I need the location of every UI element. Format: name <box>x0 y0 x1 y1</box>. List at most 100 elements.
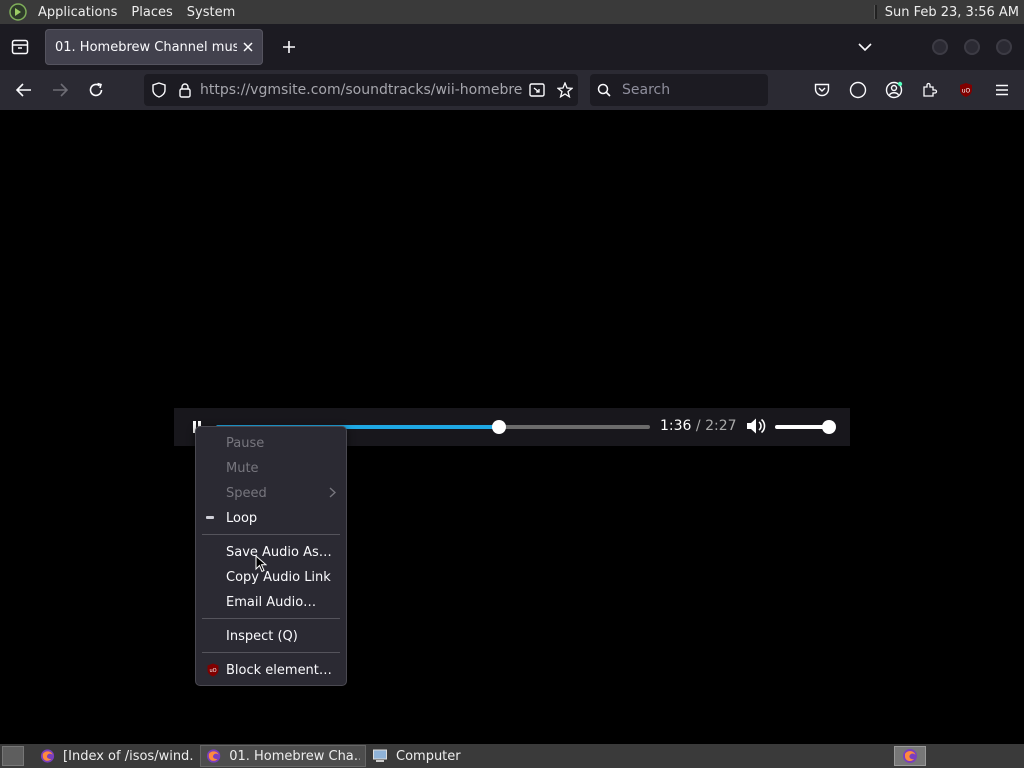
computer-icon <box>373 749 387 762</box>
top-panel: Applications Places System Sun Feb 23, 3… <box>0 0 1024 24</box>
applications-menu[interactable]: Applications <box>31 5 124 20</box>
menu-item-save-audio[interactable]: Save Audio As… <box>196 540 346 564</box>
reader-view-icon <box>529 83 545 97</box>
extensions-button[interactable] <box>912 74 948 106</box>
time-display: 1:36 / 2:27 <box>660 418 737 434</box>
plus-icon <box>283 41 295 53</box>
circle-icon <box>849 81 867 99</box>
list-all-tabs-button[interactable] <box>850 32 880 62</box>
navigation-toolbar: https://vgmsite.com/soundtracks/wii-home… <box>0 70 1024 110</box>
tracking-protection-button[interactable] <box>144 82 174 98</box>
panel-separator <box>873 5 877 19</box>
taskbar-item-homebrew[interactable]: 01. Homebrew Cha… <box>200 745 366 767</box>
scrub-thumb[interactable] <box>492 420 507 434</box>
menu-item-label: Inspect (Q) <box>226 628 298 644</box>
url-text[interactable]: https://vgmsite.com/soundtracks/wii-home… <box>196 82 522 98</box>
puzzle-icon <box>923 82 938 97</box>
reload-icon <box>89 82 103 97</box>
menu-separator <box>202 618 340 619</box>
chevron-down-icon <box>858 43 872 52</box>
tab-close-button[interactable] <box>237 36 259 58</box>
pocket-icon <box>814 83 830 97</box>
taskbar-item-label: Computer <box>396 748 461 764</box>
menu-item-label: Copy Audio Link <box>226 569 331 585</box>
places-menu[interactable]: Places <box>124 5 179 20</box>
tab-active[interactable]: 01. Homebrew Channel music.m <box>45 29 263 65</box>
site-security-button[interactable] <box>174 82 196 98</box>
duration: / 2:27 <box>695 418 737 434</box>
tab-strip: 01. Homebrew Channel music.m <box>0 24 1024 70</box>
pocket-button[interactable] <box>804 74 840 106</box>
tab-title: 01. Homebrew Channel music.m <box>55 39 237 55</box>
new-tab-button[interactable] <box>271 29 307 65</box>
firefox-view-icon <box>11 39 29 55</box>
taskbar-item-computer[interactable]: Computer <box>366 745 532 767</box>
search-placeholder: Search <box>622 82 671 98</box>
menu-item-speed[interactable]: Speed <box>196 481 346 505</box>
arrow-right-icon <box>53 83 68 97</box>
clock[interactable]: Sun Feb 23, 3:56 AM <box>885 5 1024 20</box>
show-desktop-button[interactable] <box>2 746 24 766</box>
reader-view-button[interactable] <box>522 83 552 97</box>
menu-item-label: Save Audio As… <box>226 544 332 560</box>
maximize-button[interactable] <box>964 39 980 55</box>
volume-slider[interactable] <box>775 420 836 434</box>
mouse-cursor-icon <box>255 555 267 573</box>
ublock-icon: uO <box>207 663 219 677</box>
menu-item-mute[interactable]: Mute <box>196 456 346 480</box>
taskbar-item-index-isos[interactable]: [Index of /isos/wind… <box>34 745 200 767</box>
app-menu-button[interactable] <box>984 74 1020 106</box>
search-icon-wrap <box>590 83 618 97</box>
bookmark-button[interactable] <box>552 82 578 98</box>
menu-item-label: Pause <box>226 435 265 451</box>
taskbar-item-label: [Index of /isos/wind… <box>63 748 194 764</box>
close-icon <box>243 42 253 52</box>
account-icon <box>885 81 903 99</box>
minimize-button[interactable] <box>932 39 948 55</box>
url-bar[interactable]: https://vgmsite.com/soundtracks/wii-home… <box>144 74 578 106</box>
ublock-icon: uO <box>960 83 972 97</box>
chevron-right-icon <box>329 487 336 498</box>
arrow-left-icon <box>16 83 31 97</box>
firefox-view-button[interactable] <box>0 24 40 70</box>
bottom-taskbar: [Index of /isos/wind… 01. Homebrew Cha… … <box>0 744 1024 768</box>
lock-icon <box>179 82 191 98</box>
menu-item-email-audio[interactable]: Email Audio… <box>196 590 346 614</box>
mute-button[interactable] <box>746 417 768 437</box>
search-icon <box>597 83 611 97</box>
menu-item-copy-audio-link[interactable]: Copy Audio Link <box>196 565 346 589</box>
menu-item-loop[interactable]: Loop <box>196 506 346 530</box>
menu-item-pause[interactable]: Pause <box>196 431 346 455</box>
account-button[interactable] <box>876 74 912 106</box>
hamburger-menu-icon <box>996 84 1008 96</box>
firefox-icon <box>40 749 55 763</box>
search-bar[interactable]: Search <box>590 74 768 106</box>
menu-item-label: Email Audio… <box>226 594 317 610</box>
star-icon <box>557 82 573 98</box>
context-menu: Pause Mute Speed Loop Save Audio As… Cop… <box>195 426 347 686</box>
forward-button[interactable] <box>44 74 76 106</box>
menu-item-block-element[interactable]: uO Block element… <box>196 658 346 682</box>
page-content[interactable]: 1:36 / 2:27 <box>0 110 1024 744</box>
menu-item-label: Loop <box>226 510 258 526</box>
back-button[interactable] <box>8 74 40 106</box>
taskbar-item-label: 01. Homebrew Cha… <box>229 748 360 764</box>
workspace-switcher[interactable] <box>894 746 926 766</box>
checkmark-icon <box>206 516 214 519</box>
volume-thumb[interactable] <box>822 420 836 434</box>
toolbar-right: uO <box>804 74 1020 106</box>
distro-logo-icon[interactable] <box>9 3 27 21</box>
reload-button[interactable] <box>80 74 112 106</box>
svg-text:uO: uO <box>962 88 971 95</box>
firefox-icon <box>903 749 917 763</box>
window-close-button[interactable] <box>996 39 1012 55</box>
ublock-origin-button[interactable]: uO <box>948 74 984 106</box>
menu-item-label: Mute <box>226 460 259 476</box>
menu-item-inspect[interactable]: Inspect (Q) <box>196 624 346 648</box>
system-menu[interactable]: System <box>180 5 242 20</box>
svg-text:uO: uO <box>209 668 216 674</box>
menu-separator <box>202 534 340 535</box>
menu-item-label: Block element… <box>226 662 332 678</box>
extension-circle-button[interactable] <box>840 74 876 106</box>
firefox-icon <box>206 749 221 763</box>
